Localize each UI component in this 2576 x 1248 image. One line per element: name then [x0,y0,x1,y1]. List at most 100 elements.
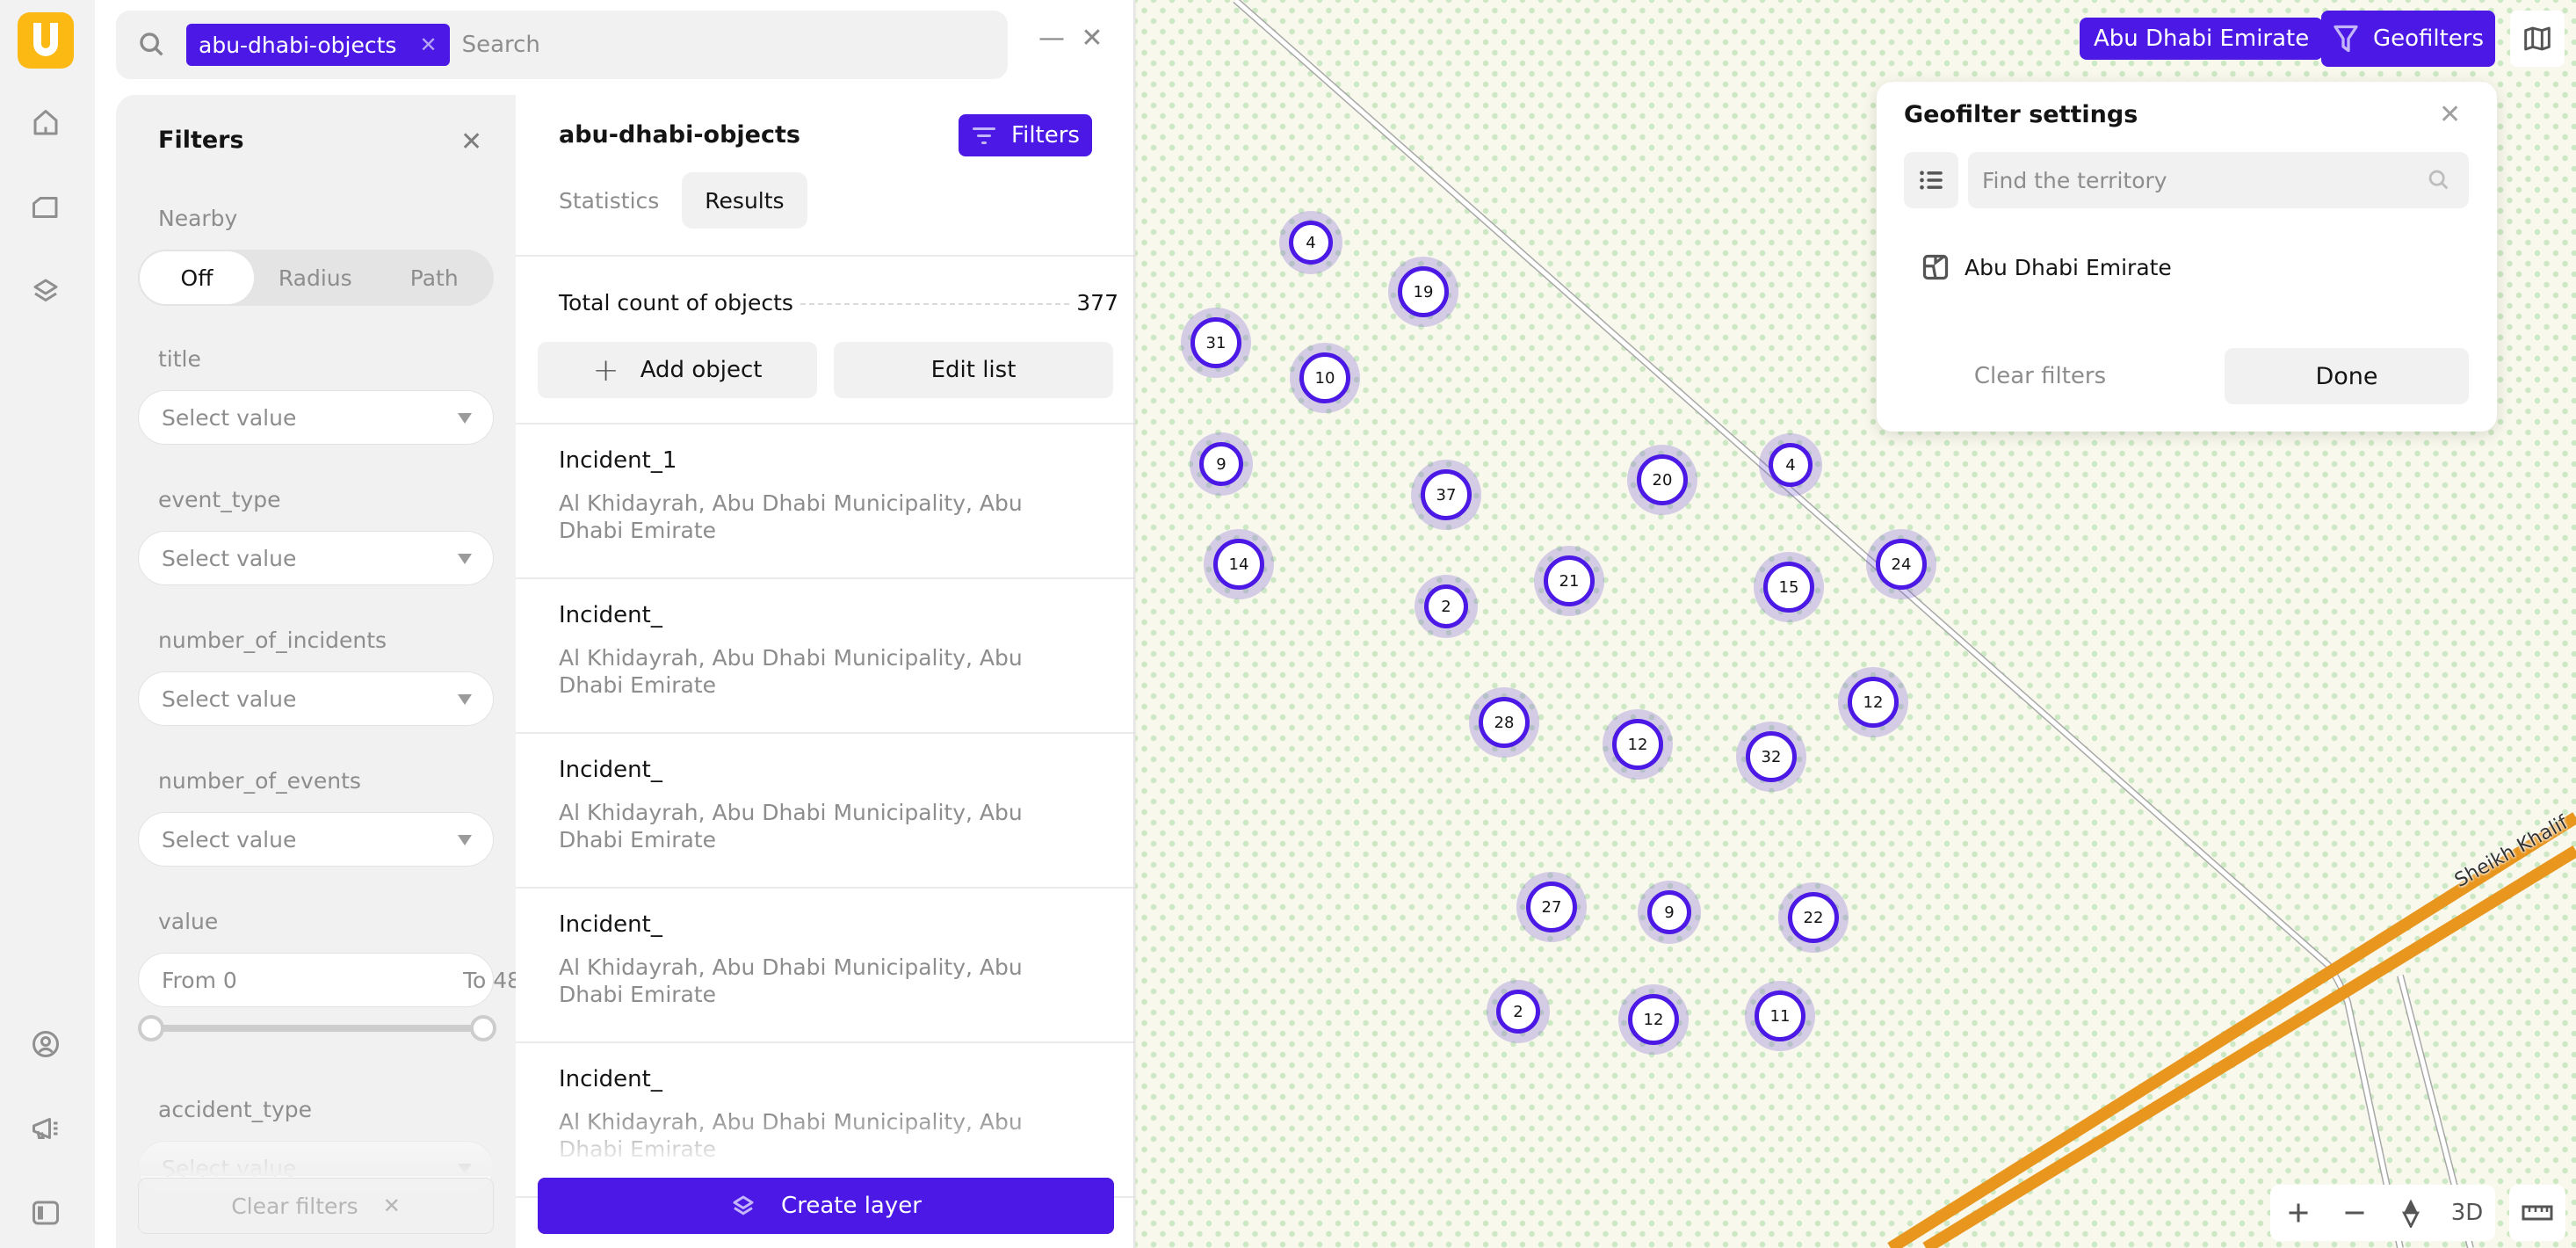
nav-layers-button[interactable] [23,268,69,314]
plus-icon: + [592,352,619,388]
nav-announcements-button[interactable] [23,1106,69,1151]
sidebar-toggle-icon [33,1201,59,1225]
map-cluster-marker[interactable]: 28 [1469,687,1539,758]
filters-button[interactable]: Filters [959,114,1092,156]
map-cluster-marker[interactable]: 21 [1534,546,1604,616]
dropdown-caret-icon [458,554,472,564]
select-title-placeholder: Select value [162,404,297,431]
megaphone-icon [33,1118,58,1139]
map-cluster-marker[interactable]: 32 [1736,722,1806,792]
map-cluster-marker[interactable]: 11 [1745,981,1815,1051]
plus-icon [2289,1203,2308,1223]
edit-list-label: Edit list [930,357,1017,383]
app-root: abu-dhabi-objects ✕ — ✕ Filters ✕ Nearby… [0,0,2576,1248]
map-cluster-marker[interactable]: 14 [1204,529,1274,599]
territory-item[interactable]: Abu Dhabi Emirate [1922,254,2172,280]
map-cluster-marker[interactable]: 27 [1516,872,1587,942]
cluster-count: 19 [1398,266,1449,317]
3d-toggle-button[interactable]: 3D [2445,1191,2489,1235]
select-number-of-incidents[interactable]: Select value [138,671,494,726]
list-item[interactable]: Incident_ Al Khidayrah, Abu Dhabi Municip… [516,889,1135,1043]
list-item[interactable]: Incident_ Al Khidayrah, Abu Dhabi Municip… [516,734,1135,889]
map-cluster-marker[interactable]: 12 [1603,709,1673,780]
select-title[interactable]: Select value [138,390,494,445]
close-geofilter-icon[interactable]: ✕ [2439,99,2461,130]
item-name: Incident_1 [559,447,677,474]
map-cluster-marker[interactable]: 10 [1290,343,1360,413]
remove-chip-icon[interactable]: ✕ [419,33,437,57]
filters-button-label: Filters [1011,122,1080,149]
panel-shadow [1133,0,1137,1248]
map-cluster-marker[interactable]: 2 [1415,575,1478,638]
filter-label-event-type: event_type [158,487,281,512]
nearby-path-option[interactable]: Path [375,250,495,306]
map-cluster-marker[interactable]: 4 [1279,211,1342,274]
value-from-input[interactable] [139,954,440,1006]
list-item[interactable]: Incident_1 Al Khidayrah, Abu Dhabi Munici… [516,424,1135,579]
map-cluster-marker[interactable]: 22 [1778,882,1849,953]
item-name: Incident_ [559,1066,662,1092]
nav-profile-button[interactable] [23,1021,69,1067]
map-cluster-marker[interactable]: 37 [1411,460,1481,530]
map-cluster-marker[interactable]: 2 [1487,980,1550,1043]
search-input[interactable] [461,32,989,58]
close-button[interactable]: ✕ [1077,23,1107,54]
select-number-of-events[interactable]: Select value [138,812,494,867]
geofilters-button[interactable]: Geofilters [2321,11,2495,67]
item-name: Incident_ [559,602,662,628]
select-event-type-placeholder: Select value [162,545,297,571]
map-controls: 3D [2270,1185,2495,1241]
nearby-radius-option[interactable]: Radius [256,250,375,306]
cluster-count: 11 [1755,990,1805,1041]
map-cluster-marker[interactable]: 12 [1838,667,1908,737]
map-style-button[interactable] [2510,11,2565,67]
territory-list-button[interactable] [1904,152,1958,208]
cluster-count: 22 [1788,892,1839,943]
dataset-title: abu-dhabi-objects [559,121,800,149]
edit-list-button[interactable]: Edit list [834,342,1113,398]
cluster-count: 2 [1496,990,1540,1034]
item-name: Incident_ [559,757,662,783]
compass-button[interactable] [2389,1191,2433,1235]
create-layer-button[interactable]: Create layer [538,1178,1114,1234]
geofilter-clear-button[interactable]: Clear filters [1904,348,2176,404]
region-chip-button[interactable]: Abu Dhabi Emirate [2080,18,2324,60]
map-cluster-marker[interactable]: 20 [1627,445,1697,515]
value-slider-max-handle[interactable] [470,1015,496,1041]
tab-results[interactable]: Results [682,172,807,229]
select-event-type[interactable]: Select value [138,531,494,585]
geofilter-settings-card: Geofilter settings ✕ Abu Dhabi Emirate C… [1877,82,2497,432]
map-cluster-marker[interactable]: 9 [1190,432,1253,496]
cluster-count: 32 [1746,731,1797,782]
geofilter-done-button[interactable]: Done [2225,348,2469,404]
nav-home-button[interactable] [23,100,69,146]
close-filters-icon[interactable]: ✕ [460,127,482,157]
map-icon [2524,26,2551,51]
map-cluster-marker[interactable]: 15 [1754,552,1824,622]
territory-search-input[interactable] [1982,167,2427,193]
zoom-in-button[interactable] [2276,1191,2320,1235]
filter-label-value: value [158,909,219,934]
map-cluster-marker[interactable]: 9 [1638,881,1701,944]
nav-folder-button[interactable] [23,185,69,230]
value-slider-min-handle[interactable] [138,1015,164,1041]
map-cluster-marker[interactable]: 4 [1759,433,1822,497]
list-item[interactable]: Incident_ Al Khidayrah, Abu Dhabi Municip… [516,579,1135,734]
map-cluster-marker[interactable]: 24 [1866,529,1936,599]
nearby-off-option[interactable]: Off [140,251,254,304]
add-object-button[interactable]: + Add object [538,342,817,398]
map-cluster-marker[interactable]: 12 [1618,984,1689,1055]
ruler-button[interactable] [2509,1185,2565,1241]
cluster-count: 20 [1637,454,1688,505]
minimize-button[interactable]: — [1037,23,1067,54]
clear-filters-button[interactable]: Clear filters ✕ [138,1178,494,1234]
app-logo[interactable] [18,12,74,69]
toggle-panel-button[interactable] [23,1190,69,1236]
map-cluster-marker[interactable]: 31 [1181,308,1251,378]
select-number-of-events-placeholder: Select value [162,826,297,853]
zoom-out-button[interactable] [2333,1191,2377,1235]
value-slider-track[interactable] [151,1025,483,1032]
map-cluster-marker[interactable]: 19 [1388,257,1458,327]
tab-statistics[interactable]: Statistics [559,172,682,229]
item-address: Al Khidayrah, Abu Dhabi Municipality, Ab… [559,645,1023,698]
